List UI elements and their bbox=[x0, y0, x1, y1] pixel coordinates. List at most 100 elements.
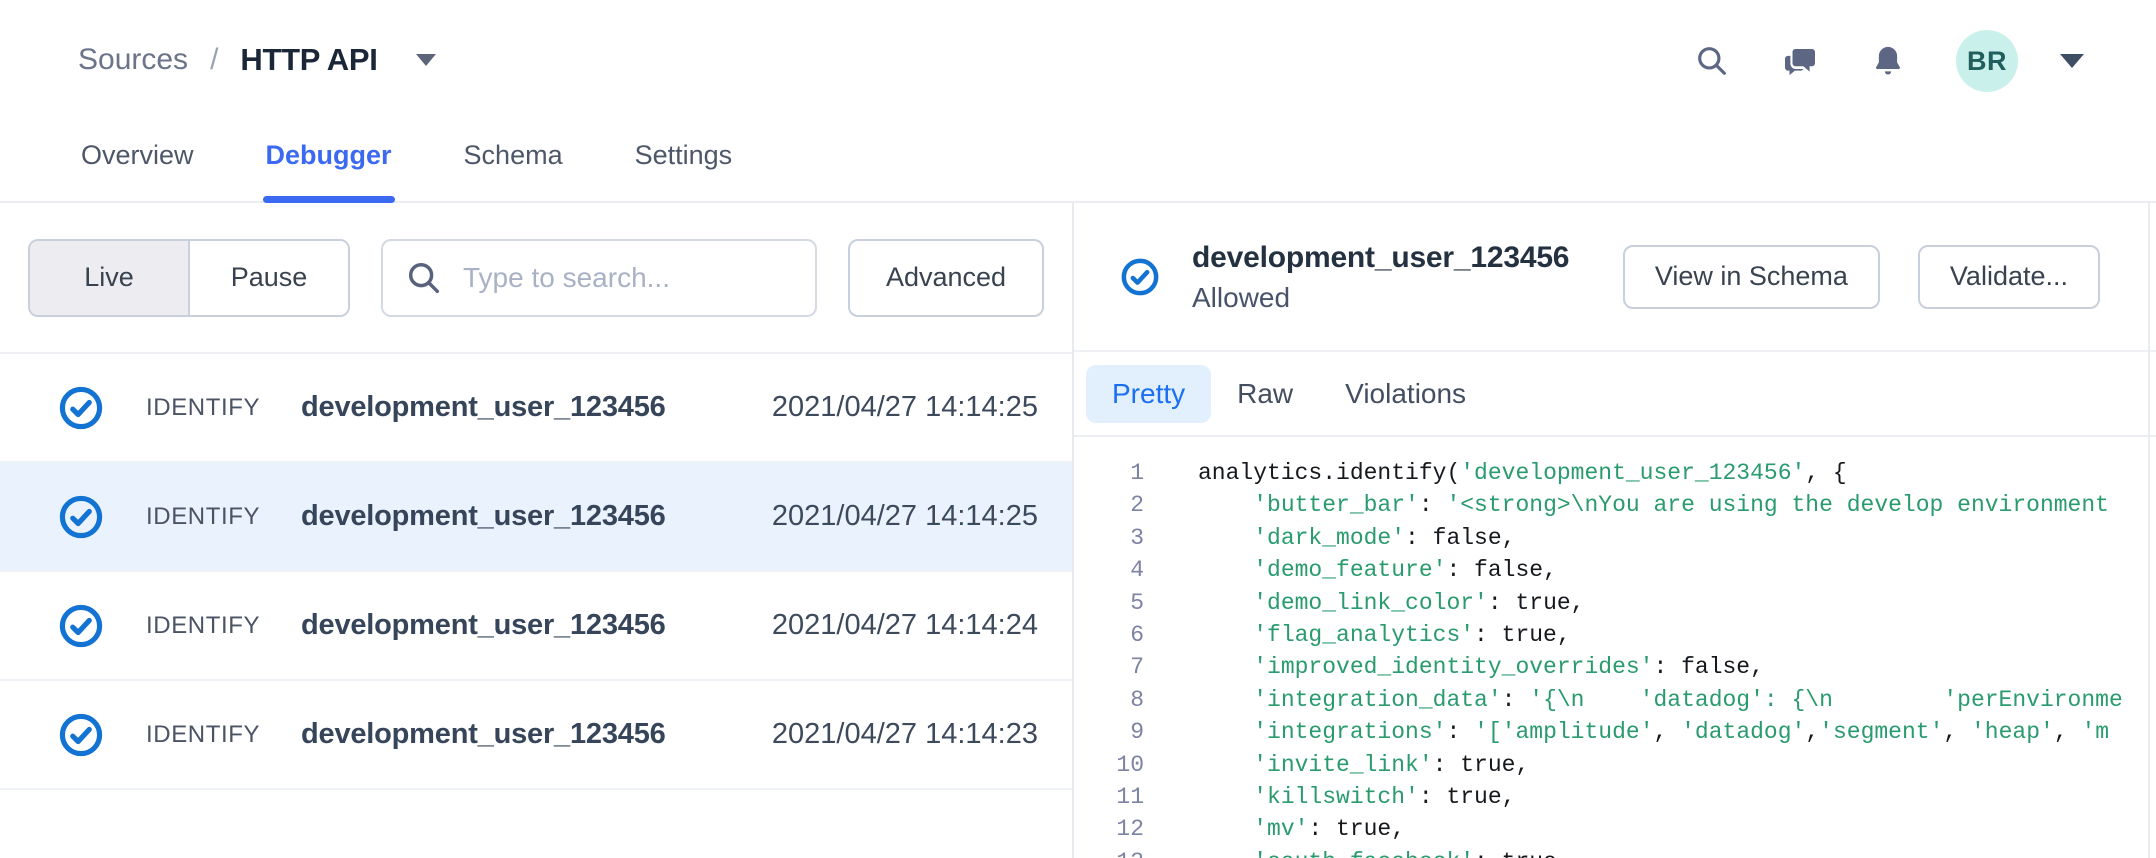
code-line-text: 'improved_identity_overrides': false, bbox=[1198, 651, 2156, 683]
detail-tab-raw[interactable]: Raw bbox=[1211, 365, 1319, 423]
source-debugger-page: Sources / HTTP API bbox=[0, 0, 2156, 858]
event-timestamp: 2021/04/27 14:14:23 bbox=[772, 718, 1038, 751]
live-button[interactable]: Live bbox=[30, 241, 190, 315]
line-number: 13 bbox=[1074, 846, 1144, 858]
code-line-text: 'demo_link_color': true, bbox=[1198, 587, 2156, 619]
code-line-text: analytics.identify('development_user_123… bbox=[1198, 457, 2156, 489]
code-line-text: 'killswitch': true, bbox=[1198, 781, 2156, 813]
code-line: 2 'butter_bar': '<strong>\nYou are using… bbox=[1074, 489, 2156, 521]
detail-tab-label: Violations bbox=[1345, 378, 1466, 409]
detail-event-title: development_user_123456 bbox=[1192, 237, 1623, 279]
breadcrumb-current-source: HTTP API bbox=[240, 42, 377, 78]
avatar[interactable]: BR bbox=[1956, 30, 2018, 92]
event-name: development_user_123456 bbox=[301, 391, 772, 424]
line-number: 4 bbox=[1074, 554, 1144, 586]
user-menu-caret-down-icon[interactable] bbox=[2060, 54, 2084, 68]
tab-schema[interactable]: Schema bbox=[461, 140, 566, 201]
code-line: 6 'flag_analytics': true, bbox=[1074, 619, 2156, 651]
search-placeholder: Type to search... bbox=[463, 262, 670, 294]
app-header: Sources / HTTP API bbox=[0, 0, 2156, 203]
breadcrumb-sources-link[interactable]: Sources bbox=[78, 43, 188, 77]
search-icon[interactable] bbox=[1692, 41, 1732, 81]
event-name: development_user_123456 bbox=[301, 609, 772, 642]
line-number: 3 bbox=[1074, 522, 1144, 554]
pause-button[interactable]: Pause bbox=[190, 241, 348, 315]
code-line-text: 'dark_mode': false, bbox=[1198, 522, 2156, 554]
search-input[interactable]: Type to search... bbox=[381, 239, 817, 317]
event-type: IDENTIFY bbox=[146, 721, 301, 749]
event-timestamp: 2021/04/27 14:14:24 bbox=[772, 609, 1038, 642]
line-number: 2 bbox=[1074, 489, 1144, 521]
primary-tabs: Overview Debugger Schema Settings bbox=[78, 140, 735, 201]
code-line: 8 'integration_data': '{\n 'datadog': {\… bbox=[1074, 684, 2156, 716]
detail-tab-label: Pretty bbox=[1112, 378, 1185, 409]
stream-controls: Live Pause Type to search... Advanced bbox=[0, 203, 1072, 354]
code-line: 3 'dark_mode': false, bbox=[1074, 522, 2156, 554]
event-stream-panel: Live Pause Type to search... Advanced ID… bbox=[0, 203, 1074, 858]
code-line: 9 'integrations': '['amplitude', 'datado… bbox=[1074, 716, 2156, 748]
event-detail-panel: development_user_123456 Allowed View in … bbox=[1074, 203, 2156, 858]
advanced-button[interactable]: Advanced bbox=[848, 239, 1044, 317]
tab-debugger[interactable]: Debugger bbox=[263, 140, 395, 201]
event-type: IDENTIFY bbox=[146, 612, 301, 640]
chat-icon[interactable] bbox=[1780, 41, 1820, 81]
detail-tab-label: Raw bbox=[1237, 378, 1293, 409]
live-pause-toggle: Live Pause bbox=[28, 239, 350, 317]
event-type: IDENTIFY bbox=[146, 394, 301, 422]
event-row[interactable]: IDENTIFY development_user_123456 2021/04… bbox=[0, 354, 1072, 463]
code-line-text: 'flag_analytics': true, bbox=[1198, 619, 2156, 651]
code-line: 1 analytics.identify('development_user_1… bbox=[1074, 457, 2156, 489]
tab-label: Schema bbox=[464, 140, 563, 170]
event-check-circle-icon bbox=[58, 712, 104, 758]
line-number: 11 bbox=[1074, 781, 1144, 813]
code-line: 11 'killswitch': true, bbox=[1074, 781, 2156, 813]
detail-tab-violations[interactable]: Violations bbox=[1319, 365, 1492, 423]
tab-label: Debugger bbox=[266, 140, 392, 170]
event-row[interactable]: IDENTIFY development_user_123456 2021/04… bbox=[0, 572, 1072, 681]
line-number: 12 bbox=[1074, 813, 1144, 845]
code-line: 10 'invite_link': true, bbox=[1074, 749, 2156, 781]
main-content: Live Pause Type to search... Advanced ID… bbox=[0, 203, 2156, 858]
event-name: development_user_123456 bbox=[301, 718, 772, 751]
event-timestamp: 2021/04/27 14:14:25 bbox=[772, 500, 1038, 533]
code-line: 4 'demo_feature': false, bbox=[1074, 554, 2156, 586]
tab-settings[interactable]: Settings bbox=[632, 140, 736, 201]
allowed-check-circle-icon bbox=[1120, 257, 1160, 297]
breadcrumb-separator: / bbox=[210, 43, 218, 77]
detail-tabs: Pretty Raw Violations bbox=[1074, 352, 2156, 437]
event-row[interactable]: IDENTIFY development_user_123456 2021/04… bbox=[0, 681, 1072, 790]
bell-icon[interactable] bbox=[1868, 41, 1908, 81]
code-viewer[interactable]: 1 analytics.identify('development_user_1… bbox=[1074, 437, 2156, 858]
search-input-magnifier-icon bbox=[405, 259, 443, 297]
tab-overview[interactable]: Overview bbox=[78, 140, 197, 201]
detail-titles: development_user_123456 Allowed bbox=[1192, 237, 1623, 317]
code-line-text: 'integration_data': '{\n 'datadog': {\n … bbox=[1198, 684, 2156, 716]
event-check-circle-icon bbox=[58, 385, 104, 431]
detail-buttons: View in Schema Validate... bbox=[1623, 245, 2100, 309]
breadcrumb: Sources / HTTP API bbox=[78, 42, 436, 78]
code-line: 5 'demo_link_color': true, bbox=[1074, 587, 2156, 619]
event-row[interactable]: IDENTIFY development_user_123456 2021/04… bbox=[0, 463, 1072, 572]
line-number: 5 bbox=[1074, 587, 1144, 619]
tab-label: Overview bbox=[81, 140, 194, 170]
view-in-schema-button[interactable]: View in Schema bbox=[1623, 245, 1880, 309]
line-number: 7 bbox=[1074, 651, 1144, 683]
scroll-track-divider bbox=[2148, 203, 2150, 858]
code-line-text: 'mv': true, bbox=[1198, 813, 2156, 845]
validate-button[interactable]: Validate... bbox=[1918, 245, 2100, 309]
code-line: 7 'improved_identity_overrides': false, bbox=[1074, 651, 2156, 683]
event-check-circle-icon bbox=[58, 603, 104, 649]
line-number: 6 bbox=[1074, 619, 1144, 651]
event-name: development_user_123456 bbox=[301, 500, 772, 533]
code-line-text: 'oauth_facebook': true, bbox=[1198, 846, 2156, 858]
code-line-text: 'integrations': '['amplitude', 'datadog'… bbox=[1198, 716, 2156, 748]
line-number: 1 bbox=[1074, 457, 1144, 489]
event-timestamp: 2021/04/27 14:14:25 bbox=[772, 391, 1038, 424]
detail-tab-pretty[interactable]: Pretty bbox=[1086, 365, 1211, 423]
code-line-text: 'invite_link': true, bbox=[1198, 749, 2156, 781]
code-line: 12 'mv': true, bbox=[1074, 813, 2156, 845]
event-list: IDENTIFY development_user_123456 2021/04… bbox=[0, 354, 1072, 858]
event-check-circle-icon bbox=[58, 494, 104, 540]
source-switcher-caret-down-icon[interactable] bbox=[416, 54, 436, 66]
detail-status-text: Allowed bbox=[1192, 279, 1623, 317]
